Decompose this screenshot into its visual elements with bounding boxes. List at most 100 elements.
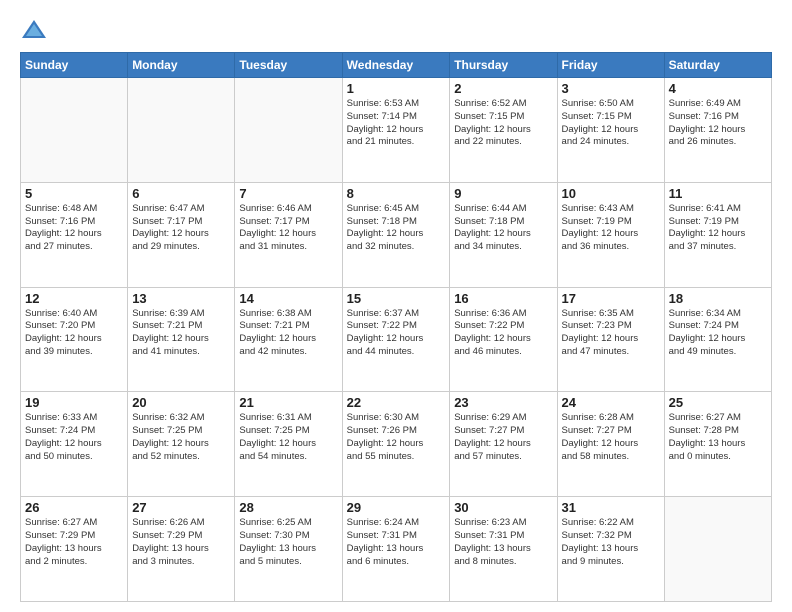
calendar-cell: 9Sunrise: 6:44 AM Sunset: 7:18 PM Daylig… [450,182,557,287]
col-header-friday: Friday [557,53,664,78]
calendar-cell: 4 Sunrise: 6:49 AM Sunset: 7:16 PM Daylig… [664,78,771,183]
day-number: 26 [25,500,123,515]
calendar-cell: 20 Sunrise: 6:32 AM Sunset: 7:25 PM Dayli… [128,392,235,497]
calendar-cell: 16 Sunrise: 6:36 AM Sunset: 7:22 PM Dayli… [450,287,557,392]
day-number: 18 [669,291,767,306]
day-number: 4 [669,81,767,96]
calendar-cell: 24 Sunrise: 6:28 AM Sunset: 7:27 PM Dayli… [557,392,664,497]
day-number: 21 [239,395,337,410]
col-header-thursday: Thursday [450,53,557,78]
calendar-cell: 3Sunrise: 6:50 AM Sunset: 7:15 PM Daylig… [557,78,664,183]
day-info: Sunrise: 6:36 AM Sunset: 7:22 PM Dayligh… [454,308,552,359]
logo [20,16,52,44]
day-number: 7 [239,186,337,201]
calendar-cell: 25 Sunrise: 6:27 AM Sunset: 7:28 PM Dayli… [664,392,771,497]
calendar-cell: 15 Sunrise: 6:37 AM Sunset: 7:22 PM Dayli… [342,287,450,392]
day-number: 10 [562,186,660,201]
day-info: Sunrise: 6:37 AM Sunset: 7:22 PM Dayligh… [347,308,446,359]
day-info: Sunrise: 6:23 AM Sunset: 7:31 PM Dayligh… [454,517,552,568]
day-info: Sunrise: 6:28 AM Sunset: 7:27 PM Dayligh… [562,412,660,463]
col-header-wednesday: Wednesday [342,53,450,78]
day-info: Sunrise: 6:47 AM Sunset: 7:17 PM Dayligh… [132,203,230,254]
day-number: 24 [562,395,660,410]
calendar-cell: 2 Sunrise: 6:52 AM Sunset: 7:15 PM Daylig… [450,78,557,183]
day-number: 16 [454,291,552,306]
calendar-cell [235,78,342,183]
day-number: 2 [454,81,552,96]
day-number: 13 [132,291,230,306]
header [20,16,772,44]
calendar-cell: 31 Sunrise: 6:22 AM Sunset: 7:32 PM Dayli… [557,497,664,602]
logo-icon [20,16,48,44]
day-info: Sunrise: 6:31 AM Sunset: 7:25 PM Dayligh… [239,412,337,463]
calendar-cell: 17 Sunrise: 6:35 AM Sunset: 7:23 PM Dayli… [557,287,664,392]
calendar-cell: 19Sunrise: 6:33 AM Sunset: 7:24 PM Dayli… [21,392,128,497]
day-number: 11 [669,186,767,201]
day-number: 5 [25,186,123,201]
calendar-cell: 28 Sunrise: 6:25 AM Sunset: 7:30 PM Dayli… [235,497,342,602]
day-number: 9 [454,186,552,201]
day-number: 25 [669,395,767,410]
day-number: 14 [239,291,337,306]
calendar-cell: 26Sunrise: 6:27 AM Sunset: 7:29 PM Dayli… [21,497,128,602]
day-number: 22 [347,395,446,410]
day-info: Sunrise: 6:26 AM Sunset: 7:29 PM Dayligh… [132,517,230,568]
week-row-1: 5 Sunrise: 6:48 AM Sunset: 7:16 PM Daylig… [21,182,772,287]
calendar-cell: 1Sunrise: 6:53 AM Sunset: 7:14 PM Daylig… [342,78,450,183]
calendar-cell: 7 Sunrise: 6:46 AM Sunset: 7:17 PM Daylig… [235,182,342,287]
week-row-0: 1Sunrise: 6:53 AM Sunset: 7:14 PM Daylig… [21,78,772,183]
day-info: Sunrise: 6:53 AM Sunset: 7:14 PM Dayligh… [347,98,446,149]
calendar-cell: 12Sunrise: 6:40 AM Sunset: 7:20 PM Dayli… [21,287,128,392]
day-number: 29 [347,500,446,515]
day-info: Sunrise: 6:35 AM Sunset: 7:23 PM Dayligh… [562,308,660,359]
week-row-4: 26Sunrise: 6:27 AM Sunset: 7:29 PM Dayli… [21,497,772,602]
calendar-cell: 10 Sunrise: 6:43 AM Sunset: 7:19 PM Dayli… [557,182,664,287]
day-number: 8 [347,186,446,201]
day-number: 31 [562,500,660,515]
calendar-cell: 11 Sunrise: 6:41 AM Sunset: 7:19 PM Dayli… [664,182,771,287]
day-number: 28 [239,500,337,515]
day-info: Sunrise: 6:49 AM Sunset: 7:16 PM Dayligh… [669,98,767,149]
calendar-header-row: SundayMondayTuesdayWednesdayThursdayFrid… [21,53,772,78]
calendar-cell: 21 Sunrise: 6:31 AM Sunset: 7:25 PM Dayli… [235,392,342,497]
day-number: 19 [25,395,123,410]
day-info: Sunrise: 6:30 AM Sunset: 7:26 PM Dayligh… [347,412,446,463]
day-info: Sunrise: 6:48 AM Sunset: 7:16 PM Dayligh… [25,203,123,254]
day-number: 20 [132,395,230,410]
day-number: 27 [132,500,230,515]
day-number: 12 [25,291,123,306]
day-info: Sunrise: 6:27 AM Sunset: 7:28 PM Dayligh… [669,412,767,463]
calendar-cell [664,497,771,602]
day-number: 6 [132,186,230,201]
day-info: Sunrise: 6:34 AM Sunset: 7:24 PM Dayligh… [669,308,767,359]
calendar-cell: 23Sunrise: 6:29 AM Sunset: 7:27 PM Dayli… [450,392,557,497]
calendar-cell: 14 Sunrise: 6:38 AM Sunset: 7:21 PM Dayli… [235,287,342,392]
calendar-cell: 6 Sunrise: 6:47 AM Sunset: 7:17 PM Daylig… [128,182,235,287]
col-header-sunday: Sunday [21,53,128,78]
day-number: 3 [562,81,660,96]
day-info: Sunrise: 6:29 AM Sunset: 7:27 PM Dayligh… [454,412,552,463]
calendar-cell [128,78,235,183]
day-info: Sunrise: 6:22 AM Sunset: 7:32 PM Dayligh… [562,517,660,568]
day-info: Sunrise: 6:41 AM Sunset: 7:19 PM Dayligh… [669,203,767,254]
day-info: Sunrise: 6:43 AM Sunset: 7:19 PM Dayligh… [562,203,660,254]
col-header-tuesday: Tuesday [235,53,342,78]
day-info: Sunrise: 6:46 AM Sunset: 7:17 PM Dayligh… [239,203,337,254]
day-number: 30 [454,500,552,515]
calendar-cell [21,78,128,183]
page: SundayMondayTuesdayWednesdayThursdayFrid… [0,0,792,612]
calendar-cell: 18 Sunrise: 6:34 AM Sunset: 7:24 PM Dayli… [664,287,771,392]
day-info: Sunrise: 6:39 AM Sunset: 7:21 PM Dayligh… [132,308,230,359]
day-number: 17 [562,291,660,306]
day-info: Sunrise: 6:32 AM Sunset: 7:25 PM Dayligh… [132,412,230,463]
week-row-3: 19Sunrise: 6:33 AM Sunset: 7:24 PM Dayli… [21,392,772,497]
day-number: 15 [347,291,446,306]
day-info: Sunrise: 6:25 AM Sunset: 7:30 PM Dayligh… [239,517,337,568]
col-header-monday: Monday [128,53,235,78]
col-header-saturday: Saturday [664,53,771,78]
day-info: Sunrise: 6:52 AM Sunset: 7:15 PM Dayligh… [454,98,552,149]
day-info: Sunrise: 6:38 AM Sunset: 7:21 PM Dayligh… [239,308,337,359]
day-info: Sunrise: 6:24 AM Sunset: 7:31 PM Dayligh… [347,517,446,568]
calendar-cell: 30 Sunrise: 6:23 AM Sunset: 7:31 PM Dayli… [450,497,557,602]
calendar-cell: 8Sunrise: 6:45 AM Sunset: 7:18 PM Daylig… [342,182,450,287]
